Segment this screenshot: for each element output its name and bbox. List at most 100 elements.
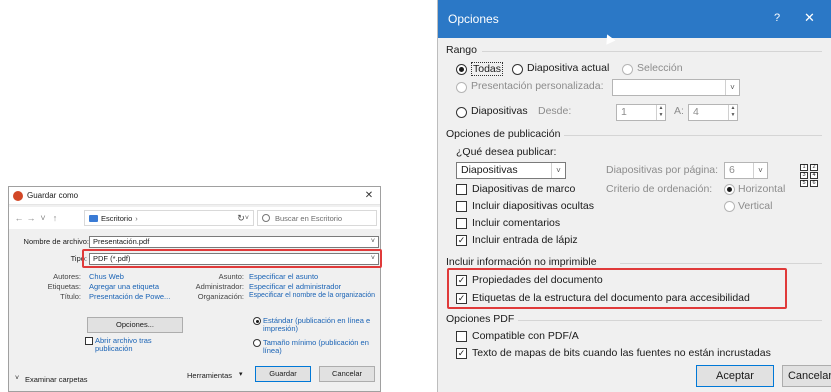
slides-radio[interactable] <box>456 107 467 118</box>
authors-label: Autores: <box>53 272 81 281</box>
custom-show-radio[interactable] <box>456 82 467 93</box>
filename-value: Presentación.pdf <box>93 237 150 246</box>
admin-label: Administrador: <box>195 282 244 291</box>
all-radio[interactable] <box>456 64 467 75</box>
from-label: Desde: <box>538 105 572 117</box>
search-input[interactable]: Buscar en Escritorio <box>257 210 377 226</box>
from-value: 1 <box>621 106 627 118</box>
hidden-slides-label: Incluir diapositivas ocultas <box>472 200 594 212</box>
filename-field[interactable]: Presentación.pdf ˅ <box>89 236 379 248</box>
save-as-dialog: Guardar como ✕ ← → ˅ ↑ Escritorio › ˅ ↻ … <box>8 186 382 392</box>
selection-radio[interactable] <box>622 64 633 75</box>
tools-menu[interactable]: Herramientas <box>187 371 232 380</box>
horizontal-radio[interactable] <box>724 184 735 195</box>
to-spinner[interactable]: 4 ▲ ▼ <box>688 104 738 121</box>
standard-radio[interactable] <box>253 317 261 325</box>
authors-value[interactable]: Chus Web <box>89 272 124 281</box>
to-value: 4 <box>693 106 699 118</box>
hidden-slides-checkbox[interactable] <box>456 201 467 212</box>
accept-button[interactable]: Aceptar <box>696 365 774 387</box>
type-label: Tipo: <box>70 254 87 263</box>
breadcrumb-desktop[interactable]: Escritorio <box>101 214 132 223</box>
tags-label: Etiquetas: <box>47 282 81 291</box>
pdfa-label: Compatible con PDF/A <box>472 330 579 342</box>
slides-per-page-value: 6 <box>729 164 735 176</box>
divider <box>564 135 822 136</box>
forward-arrow-icon[interactable]: → <box>25 213 37 223</box>
chevron-down-icon[interactable]: ˅ <box>371 237 375 247</box>
nonprint-group-label: Incluir información no imprimible <box>446 256 597 268</box>
slides-label: Diapositivas <box>471 105 528 117</box>
slides-per-page-label: Diapositivas por página: <box>606 164 719 176</box>
chevron-down-icon[interactable]: ˅ <box>725 80 739 95</box>
tools-dropdown-icon[interactable]: ▾ <box>239 370 243 378</box>
chevron-down-icon[interactable]: ˅ <box>753 163 767 178</box>
all-label: Todas <box>471 62 504 76</box>
minimum-radio[interactable] <box>253 339 261 347</box>
slides-per-page-dropdown[interactable]: 6 ˅ <box>724 162 768 179</box>
publish-group-label: Opciones de publicación <box>446 128 561 140</box>
publish-what-value: Diapositivas <box>461 164 518 176</box>
save-as-footer: ˅ Examinar carpetas Herramientas ▾ Guard… <box>9 366 380 391</box>
layout-cell: 5 <box>800 180 808 187</box>
admin-value[interactable]: Especificar el administrador <box>249 282 341 291</box>
layout-cell: 3 <box>800 172 808 179</box>
range-group-label: Rango <box>446 44 477 56</box>
chevron-down-icon[interactable]: ˅ <box>551 163 565 178</box>
comments-checkbox[interactable] <box>456 218 467 229</box>
mouse-cursor-icon <box>602 32 616 45</box>
spinner-arrows-icon[interactable]: ▲ ▼ <box>656 105 665 120</box>
breadcrumb-chevron-icon: › <box>135 213 138 223</box>
options-title: Opciones <box>448 12 499 26</box>
refresh-icon[interactable]: ↻ <box>231 210 251 226</box>
pdfa-checkbox[interactable] <box>456 331 467 342</box>
options-titlebar: Opciones ? ✕ <box>438 0 831 45</box>
close-icon[interactable]: ✕ <box>804 10 815 26</box>
horizontal-label: Horizontal <box>738 183 786 195</box>
order-label: Criterio de ordenación: <box>606 183 713 195</box>
spinner-arrows-icon[interactable]: ▲ ▼ <box>728 105 737 120</box>
custom-show-label: Presentación personalizada: <box>471 80 604 92</box>
tags-value[interactable]: Agregar una etiqueta <box>89 282 159 291</box>
custom-show-dropdown[interactable]: ˅ <box>612 79 740 96</box>
pdf-group-label: Opciones PDF <box>446 313 515 325</box>
ink-checkbox[interactable]: ✓ <box>456 235 467 246</box>
search-icon <box>262 214 270 222</box>
handout-layout-icon: 1 2 3 4 5 6 <box>800 164 831 188</box>
open-after-checkbox[interactable] <box>85 337 93 345</box>
current-slide-radio[interactable] <box>512 64 523 75</box>
close-icon[interactable]: ✕ <box>358 190 380 201</box>
back-arrow-icon[interactable]: ← <box>13 213 25 223</box>
navigation-bar: ← → ˅ ↑ Escritorio › ˅ ↻ Buscar en Escri… <box>9 207 380 229</box>
publish-what-dropdown[interactable]: Diapositivas ˅ <box>456 162 566 179</box>
subject-label: Asunto: <box>218 272 244 281</box>
save-as-title: Guardar como <box>27 191 79 200</box>
address-bar[interactable]: Escritorio › ˅ <box>84 210 254 226</box>
options-button[interactable]: Opciones... <box>87 317 183 333</box>
org-value[interactable]: Especificar el nombre de la organización <box>249 292 375 299</box>
save-button[interactable]: Guardar <box>255 366 311 382</box>
chevron-down-icon[interactable]: ˅ <box>15 375 19 382</box>
from-spinner[interactable]: 1 ▲ ▼ <box>616 104 666 121</box>
recent-chevron-icon[interactable]: ˅ <box>37 213 49 223</box>
frame-slides-checkbox[interactable] <box>456 184 467 195</box>
vertical-radio[interactable] <box>724 201 735 212</box>
bitmap-text-label: Texto de mapas de bits cuando las fuente… <box>472 347 771 359</box>
cancel-button[interactable]: Cancelar <box>782 365 831 387</box>
browse-folders-link[interactable]: Examinar carpetas <box>25 375 88 384</box>
nonprint-highlight <box>447 268 787 309</box>
help-icon[interactable]: ? <box>774 12 780 24</box>
filename-label: Nombre de archivo: <box>23 237 89 246</box>
subject-value[interactable]: Especificar el asunto <box>249 272 318 281</box>
layout-cell: 6 <box>810 180 818 187</box>
layout-cell: 1 <box>800 164 808 171</box>
comments-label: Incluir comentarios <box>472 217 561 229</box>
cancel-button[interactable]: Cancelar <box>319 366 375 382</box>
up-arrow-icon[interactable]: ↑ <box>49 213 61 223</box>
title-value[interactable]: Presentación de Powe... <box>89 292 170 301</box>
selection-label: Selección <box>637 62 683 74</box>
save-as-titlebar: Guardar como ✕ <box>9 187 380 205</box>
divider <box>482 51 822 52</box>
bitmap-text-checkbox[interactable]: ✓ <box>456 348 467 359</box>
divider <box>518 320 822 321</box>
